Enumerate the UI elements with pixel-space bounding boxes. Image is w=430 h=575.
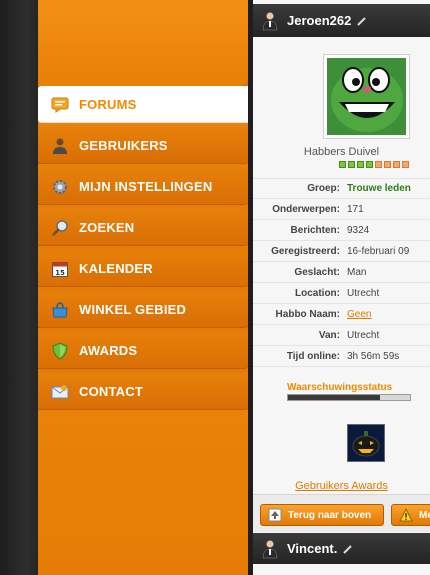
nav-item-gebruikers[interactable]: GEBRUIKERS [38, 127, 250, 164]
profile-field-value: Man [347, 266, 367, 278]
mail-icon [51, 383, 69, 401]
nav-item-forums[interactable]: FORUMS [38, 86, 250, 123]
back-to-top-label: Terug naar boven [288, 509, 372, 521]
profile-field-label: Onderwerpen: [272, 203, 340, 215]
profile-info-table: Groep: Trouwe leden Onderwerpen: 171 Bericht… [253, 178, 430, 367]
profile-field-value: 3h 56m 59s [347, 350, 400, 362]
person-icon [262, 539, 278, 559]
nav-label-forums: FORUMS [79, 97, 137, 112]
table-row: Onderwerpen: 171 [253, 199, 430, 220]
nav-item-kalender[interactable]: 15 KALENDER [38, 250, 250, 287]
table-row: Geslacht: Man [253, 262, 430, 283]
warning-status-bar [287, 394, 411, 401]
table-row: Groep: Trouwe leden [253, 178, 430, 199]
rank-pip [393, 161, 400, 168]
table-row: Geregistreerd: 16-februari 09 [253, 241, 430, 262]
profile-field-value: 9324 [347, 224, 370, 236]
rank-pip [384, 161, 391, 168]
nav-item-mijn-instellingen[interactable]: MIJN INSTELLINGEN [38, 168, 250, 205]
nav-label-gebruikers: GEBRUIKERS [79, 138, 168, 153]
sidebar-bottom-block [38, 410, 248, 575]
post-author-name[interactable]: Jeroen262 [287, 13, 351, 28]
profile-field-label: Berichten: [290, 224, 340, 236]
profile-field-label: Groep: [307, 183, 340, 194]
rank-pips [339, 161, 409, 168]
profile-field-label: Geregistreerd: [271, 245, 340, 257]
back-to-top-button[interactable]: Terug naar boven [260, 504, 384, 526]
magnifier-icon [51, 219, 69, 237]
profile-field-label: Location: [295, 287, 340, 299]
table-row: Tijd online: 3h 56m 59s [253, 346, 430, 367]
profile-field-value: 171 [347, 203, 364, 215]
person-icon [262, 11, 278, 31]
table-row: Habbo Naam: Geen [253, 304, 430, 325]
nav-label-awards: AWARDS [79, 343, 138, 358]
nav-item-winkel-gebied[interactable]: WINKEL GEBIED [38, 291, 250, 328]
rank-pip [348, 161, 355, 168]
chat-bubble-icon [51, 96, 69, 114]
calendar-day-number: 15 [55, 269, 65, 277]
warning-status-label: Waarschuwingsstatus [287, 382, 393, 393]
rank-pip [339, 161, 346, 168]
rank-pip [402, 161, 409, 168]
arrow-up-icon [268, 508, 282, 522]
next-post-author-name[interactable]: Vincent. [287, 541, 337, 556]
pencil-icon [357, 16, 367, 26]
left-dark-edge [0, 0, 38, 575]
report-button[interactable]: Me [391, 504, 430, 526]
rank-pip [366, 161, 373, 168]
warning-status-fill [288, 395, 380, 400]
nav-item-awards[interactable]: AWARDS [38, 332, 250, 369]
gear-icon [51, 178, 69, 196]
warning-icon [399, 507, 413, 522]
main-nav: FORUMS GEBRUIKERS MIJN INSTELLINGEN ZOEK… [38, 86, 250, 414]
nav-label-kalender: KALENDER [79, 261, 153, 276]
profile-field-label: Geslacht: [294, 266, 340, 278]
profile-field-label: Habbo Naam: [275, 308, 340, 320]
sidebar-header-block [38, 0, 248, 86]
report-label: Me [419, 509, 430, 521]
profile-field-value: 16-februari 09 [347, 245, 410, 257]
table-row: Van: Utrecht [253, 325, 430, 346]
shield-icon [51, 341, 69, 360]
nav-item-contact[interactable]: CONTACT [38, 373, 250, 410]
avatar [323, 54, 410, 139]
post-author-header: Jeroen262 [253, 4, 430, 37]
nav-label-mijn-instellingen: MIJN INSTELLINGEN [79, 179, 213, 194]
calendar-icon: 15 [51, 260, 69, 278]
table-row: Berichten: 9324 [253, 220, 430, 241]
rank-title: Habbers Duivel [303, 146, 380, 158]
profile-field-value: Trouwe leden [347, 183, 411, 194]
shop-icon [51, 301, 69, 319]
post-action-bar: Terug naar boven Me [253, 494, 430, 532]
profile-field-value[interactable]: Geen [347, 309, 430, 320]
rank-pip [357, 161, 364, 168]
nav-label-winkel-gebied: WINKEL GEBIED [79, 302, 187, 317]
user-awards-link[interactable]: Gebruikers Awards [253, 480, 430, 492]
pencil-icon [343, 544, 353, 554]
rank-pip [375, 161, 382, 168]
nav-label-contact: CONTACT [79, 384, 143, 399]
next-post-author-header: Vincent. [253, 533, 430, 564]
award-pumpkin-badge[interactable] [347, 424, 385, 462]
profile-field-value: Utrecht [347, 287, 380, 299]
profile-field-value: Utrecht [347, 329, 380, 341]
profile-field-label: Tijd online: [286, 350, 340, 362]
nav-item-zoeken[interactable]: ZOEKEN [38, 209, 250, 246]
nav-label-zoeken: ZOEKEN [79, 220, 135, 235]
table-row: Location: Utrecht [253, 283, 430, 304]
post-profile-panel: Jeroen262 Habbers Duivel Groep: Trouwe le… [253, 0, 430, 575]
profile-field-label: Van: [318, 329, 340, 341]
user-icon [51, 137, 69, 155]
